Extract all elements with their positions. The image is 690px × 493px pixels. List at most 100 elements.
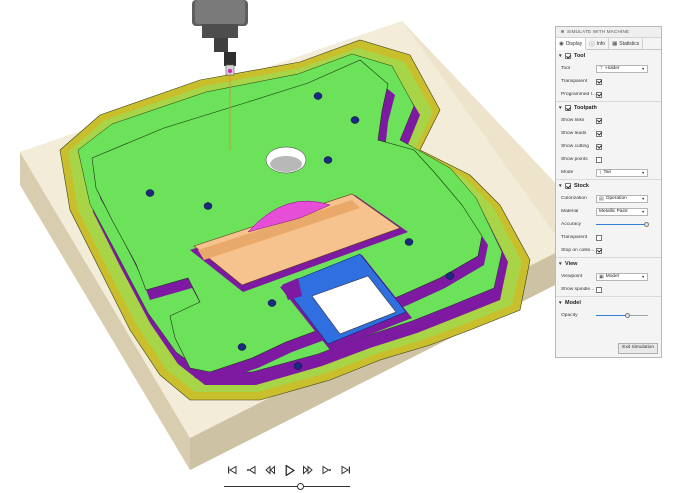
show-cutting-checkbox[interactable] bbox=[596, 143, 602, 150]
show-links-checkbox[interactable] bbox=[596, 117, 602, 124]
step-back-icon[interactable] bbox=[264, 464, 276, 476]
stock-enable-checkbox[interactable] bbox=[565, 183, 571, 189]
tab-info[interactable]: ⓘ Info bbox=[586, 38, 610, 49]
section-model: ▾ Model Opacity bbox=[556, 297, 661, 322]
tab-display-label: Display bbox=[565, 40, 583, 47]
viewpoint-label: Viewpoint bbox=[561, 274, 583, 279]
tab-statistics[interactable]: ▦ Statistics bbox=[609, 38, 644, 49]
info-icon: ⓘ bbox=[589, 41, 595, 48]
section-view-header[interactable]: ▾ View bbox=[556, 258, 661, 270]
show-points-label: Show points bbox=[561, 157, 588, 162]
slider-thumb[interactable] bbox=[644, 221, 650, 227]
section-model-title: Model bbox=[565, 300, 581, 306]
tool-transparent-row: Transparent bbox=[556, 75, 661, 88]
tail-icon: ⌇ bbox=[599, 169, 602, 176]
tab-bar: ◉ Display ⓘ Info ▦ Statistics bbox=[556, 38, 661, 50]
programmed-label: Programmed I... bbox=[561, 92, 596, 97]
stop-on-collision-label: Stop on collis... bbox=[561, 248, 595, 253]
section-model-header[interactable]: ▾ Model bbox=[556, 297, 661, 309]
mode-value: Tail bbox=[603, 170, 611, 175]
stock-transparent-row: Transparent bbox=[556, 231, 661, 244]
mode-row: Mode ⌇ Tail ▼ bbox=[556, 166, 661, 179]
tool-row: Tool ⊤ Holder ▼ bbox=[556, 62, 661, 75]
show-cutting-row: Show cutting bbox=[556, 140, 661, 153]
timeline-slider[interactable] bbox=[224, 482, 350, 490]
show-points-checkbox[interactable] bbox=[596, 156, 602, 163]
show-leads-checkbox[interactable] bbox=[596, 130, 602, 137]
tool-label: Tool bbox=[561, 66, 570, 71]
colorization-row: Colorization ▤ Operation ▼ bbox=[556, 192, 661, 205]
statistics-icon: ▦ bbox=[612, 40, 618, 47]
timeline-track bbox=[224, 485, 350, 487]
show-links-label: Show links bbox=[561, 118, 585, 123]
tool-enable-checkbox[interactable] bbox=[565, 53, 571, 59]
dropdown-arrow-icon: ▼ bbox=[641, 66, 645, 71]
section-stock-title: Stock bbox=[574, 183, 589, 189]
operation-icon: ▤ bbox=[599, 195, 604, 202]
tab-display[interactable]: ◉ Display bbox=[556, 38, 587, 50]
tab-info-label: Info bbox=[596, 40, 606, 47]
colorization-dropdown[interactable]: ▤ Operation ▼ bbox=[596, 194, 648, 203]
stock-transparent-label: Transparent bbox=[561, 235, 588, 240]
section-toolpath-title: Toolpath bbox=[574, 105, 597, 111]
drag-handle-icon[interactable] bbox=[561, 30, 564, 34]
simulate-panel: SIMULATE WITH MACHINE ◉ Display ⓘ Info ▦ St… bbox=[555, 26, 662, 358]
panel-title[interactable]: SIMULATE WITH MACHINE bbox=[556, 27, 661, 38]
go-to-end-icon[interactable] bbox=[340, 464, 352, 476]
tool-dropdown[interactable]: ⊤ Holder ▼ bbox=[596, 64, 648, 73]
slider-thumb[interactable] bbox=[624, 312, 630, 318]
slider-fill bbox=[596, 315, 628, 317]
next-operation-icon[interactable] bbox=[321, 464, 333, 476]
material-dropdown[interactable]: Metallic Paint ▼ bbox=[596, 207, 648, 216]
colorization-label: Colorization bbox=[561, 196, 587, 201]
mode-dropdown[interactable]: ⌇ Tail ▼ bbox=[596, 168, 648, 177]
play-icon[interactable] bbox=[283, 464, 295, 476]
section-view-title: View bbox=[565, 261, 578, 267]
tool-transparent-checkbox[interactable] bbox=[596, 78, 602, 85]
programmed-row: Programmed I... bbox=[556, 88, 661, 101]
show-cutting-label: Show cutting bbox=[561, 144, 590, 149]
accuracy-slider[interactable] bbox=[596, 221, 650, 229]
section-tool-header[interactable]: ▾ Tool bbox=[556, 50, 661, 62]
section-tool-title: Tool bbox=[574, 53, 586, 59]
stock-transparent-checkbox[interactable] bbox=[596, 234, 602, 241]
previous-operation-icon[interactable] bbox=[245, 464, 257, 476]
playback-controls bbox=[226, 462, 352, 478]
go-to-start-icon[interactable] bbox=[226, 464, 238, 476]
tool-transparent-label: Transparent bbox=[561, 79, 588, 84]
show-links-row: Show links bbox=[556, 114, 661, 127]
tab-statistics-label: Statistics bbox=[619, 40, 640, 47]
opacity-row: Opacity bbox=[556, 309, 661, 322]
opacity-slider[interactable] bbox=[596, 312, 648, 320]
exit-simulation-button[interactable]: Exit Simulation bbox=[618, 343, 658, 354]
eye-icon: ◉ bbox=[559, 40, 564, 47]
show-points-row: Show points bbox=[556, 153, 661, 166]
opacity-label: Opacity bbox=[561, 313, 578, 318]
dropdown-arrow-icon: ▼ bbox=[641, 170, 645, 175]
dropdown-arrow-icon: ▼ bbox=[641, 196, 645, 201]
show-spindle-label: Show spindle... bbox=[561, 287, 595, 292]
section-tool: ▾ Tool Tool ⊤ Holder ▼ Transparent Program… bbox=[556, 50, 661, 102]
model-icon: ▣ bbox=[599, 273, 604, 280]
timeline-thumb[interactable] bbox=[296, 483, 304, 490]
section-stock-header[interactable]: ▾ Stock bbox=[556, 180, 661, 192]
show-spindle-checkbox[interactable] bbox=[596, 286, 602, 293]
stop-on-collision-row: Stop on collis... bbox=[556, 244, 661, 257]
panel-title-text: SIMULATE WITH MACHINE bbox=[567, 29, 630, 34]
material-label: Material bbox=[561, 209, 579, 214]
mode-label: Mode bbox=[561, 170, 574, 175]
show-spindle-row: Show spindle... bbox=[556, 283, 661, 296]
accuracy-label: Accuracy bbox=[561, 222, 582, 227]
colorization-value: Operation bbox=[605, 196, 627, 201]
section-stock: ▾ Stock Colorization ▤ Operation ▼ Materia… bbox=[556, 180, 661, 258]
material-row: Material Metallic Paint ▼ bbox=[556, 205, 661, 218]
programmed-checkbox[interactable] bbox=[596, 91, 602, 98]
slider-fill bbox=[596, 224, 647, 226]
show-leads-label: Show leads bbox=[561, 131, 587, 136]
viewpoint-dropdown[interactable]: ▣ Model ▼ bbox=[596, 272, 648, 281]
toolpath-enable-checkbox[interactable] bbox=[565, 105, 571, 111]
tool-value: Holder bbox=[605, 66, 620, 71]
section-toolpath-header[interactable]: ▾ Toolpath bbox=[556, 102, 661, 114]
step-forward-icon[interactable] bbox=[302, 464, 314, 476]
stop-on-collision-checkbox[interactable] bbox=[596, 247, 602, 254]
